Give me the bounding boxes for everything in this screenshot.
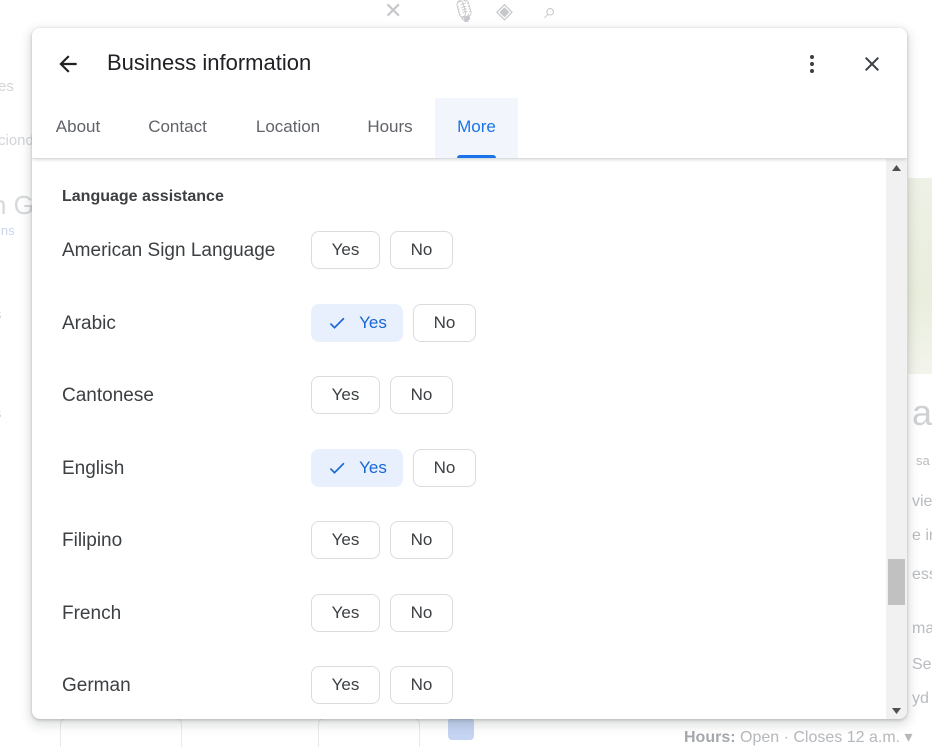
attribute-row: Filipino Yes No <box>32 521 886 561</box>
arrow-up-icon <box>892 164 901 171</box>
active-tab-indicator <box>457 155 496 158</box>
bg-card <box>318 718 420 747</box>
scrollbar-thumb[interactable] <box>888 559 905 605</box>
bg-text-fragment: es <box>0 78 14 95</box>
dialog-header: Business information About Contact Locat… <box>32 28 907 159</box>
no-chip[interactable]: No <box>390 594 453 632</box>
yes-chip[interactable]: Yes <box>311 304 403 342</box>
bg-text-fragment: yd # <box>912 690 932 707</box>
close-icon <box>865 57 879 71</box>
background-search-toolbar: ✕ 🎙 ◈ ⌕ <box>380 0 590 28</box>
yes-chip-label: Yes <box>359 313 387 332</box>
microphone-icon: 🎙 <box>450 0 478 23</box>
yes-chip-label: Yes <box>331 240 360 259</box>
attribute-label: French <box>62 603 122 624</box>
yes-chip-label: Yes <box>331 675 360 694</box>
bg-text-fragment: n G <box>0 190 34 220</box>
bg-text-fragment: ma <box>912 620 932 637</box>
no-chip-label: No <box>410 530 433 549</box>
attribute-row: French Yes No <box>32 594 886 634</box>
tab-label: More <box>457 117 496 136</box>
attribute-label: Filipino <box>62 530 123 551</box>
yes-chip[interactable]: Yes <box>311 666 380 704</box>
yes-chip[interactable]: Yes <box>311 376 380 414</box>
yes-chip-label: Yes <box>359 458 387 477</box>
attribute-row: German Yes No <box>32 666 886 706</box>
no-chip-label: No <box>410 385 433 404</box>
attribute-label: English <box>62 458 125 479</box>
yes-chip[interactable]: Yes <box>311 231 380 269</box>
attribute-row: English Yes No <box>32 449 886 489</box>
attribute-row: Arabic Yes No <box>32 304 886 344</box>
attribute-label: Arabic <box>62 313 116 334</box>
tab-location[interactable]: Location <box>231 98 345 158</box>
no-chip[interactable]: No <box>390 666 453 704</box>
tab-contact[interactable]: Contact <box>124 98 231 158</box>
tab-label: About <box>55 117 101 136</box>
yes-chip-label: Yes <box>331 530 360 549</box>
tab-about[interactable]: About <box>32 98 124 158</box>
bg-hours-line: Hours: Open · Closes 12 a.m. ▾ <box>684 727 913 747</box>
no-chip-label: No <box>410 240 433 259</box>
yes-chip[interactable]: Yes <box>311 594 380 632</box>
close-button[interactable] <box>854 46 890 82</box>
bg-text-fragment: Se <box>912 656 932 673</box>
tab-label: Contact <box>148 117 207 136</box>
no-chip[interactable]: No <box>413 304 476 342</box>
business-information-dialog: Business information About Contact Locat… <box>32 28 907 719</box>
attribute-label: Cantonese <box>62 385 154 406</box>
no-chip[interactable]: No <box>390 521 453 559</box>
yes-chip[interactable]: Yes <box>311 449 403 487</box>
attribute-row: Cantonese Yes No <box>32 376 886 416</box>
tab-label: Location <box>255 117 321 136</box>
no-chip-label: No <box>410 603 433 622</box>
bg-text-fragment: sa <box>916 453 930 468</box>
arrow-down-icon <box>892 707 901 714</box>
bg-text-fragment: e in <box>912 527 932 544</box>
dialog-content: Language assistance American Sign Langua… <box>32 159 886 719</box>
lens-icon: ◈ <box>496 0 513 23</box>
scroll-down-button[interactable] <box>886 702 907 719</box>
tab-label: Hours <box>367 117 413 136</box>
back-button[interactable] <box>50 46 86 82</box>
dialog-title: Business information <box>107 50 312 75</box>
more-options-button[interactable] <box>794 46 830 82</box>
search-icon: ⌕ <box>544 0 557 23</box>
bg-card <box>60 718 182 747</box>
scroll-up-button[interactable] <box>886 159 907 176</box>
background-photo <box>908 178 932 374</box>
no-chip[interactable]: No <box>390 376 453 414</box>
check-icon <box>329 462 345 474</box>
check-icon <box>329 317 345 329</box>
tab-more[interactable]: More <box>435 98 518 158</box>
bg-text-fragment: ess <box>912 566 932 583</box>
yes-chip[interactable]: Yes <box>311 521 380 559</box>
tab-hours[interactable]: Hours <box>345 98 435 158</box>
attribute-label: American Sign Language <box>62 240 276 261</box>
bg-text-fragment: a <box>912 392 932 433</box>
section-title: Language assistance <box>62 188 224 205</box>
bg-directions-icon <box>448 718 474 740</box>
attribute-row: American Sign Language Yes No <box>32 231 886 271</box>
bg-hours-value: Open · Closes 12 a.m. ▾ <box>740 729 913 746</box>
bg-text-fragment: ciond <box>0 132 34 149</box>
bg-text-fragment: ins <box>0 223 15 238</box>
bg-text-fragment: view <box>912 493 932 510</box>
yes-chip-label: Yes <box>331 385 360 404</box>
attribute-label: German <box>62 675 131 696</box>
no-chip[interactable]: No <box>413 449 476 487</box>
clear-icon: ✕ <box>384 0 403 23</box>
bg-hours-label: Hours: <box>684 729 736 746</box>
scrollbar[interactable] <box>886 159 907 719</box>
yes-chip-label: Yes <box>331 603 360 622</box>
more-vert-icon <box>810 55 814 73</box>
no-chip-label: No <box>433 458 456 477</box>
arrow-left-icon <box>59 55 77 73</box>
no-chip-label: No <box>410 675 433 694</box>
no-chip-label: No <box>433 313 456 332</box>
bg-text-fragment: s <box>0 405 2 422</box>
no-chip[interactable]: No <box>390 231 453 269</box>
bg-text-fragment: s <box>0 306 2 323</box>
